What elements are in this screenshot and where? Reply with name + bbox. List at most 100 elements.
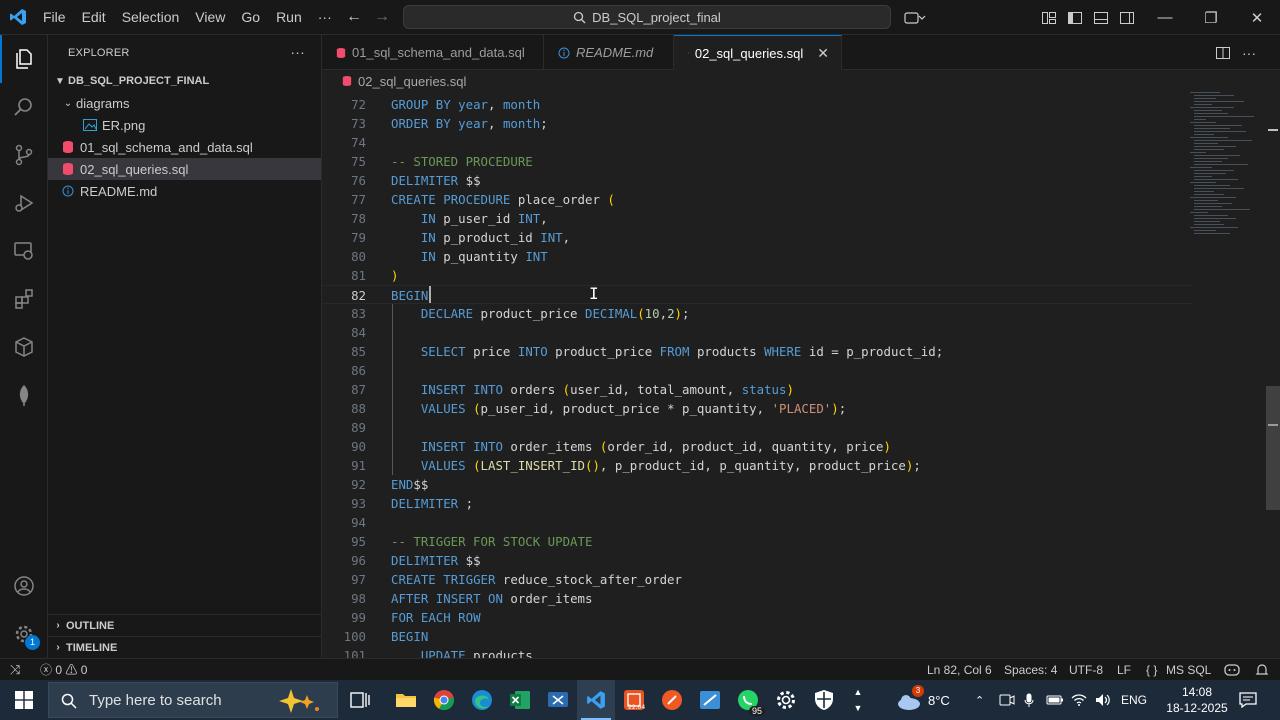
code-line[interactable]: 79 IN p_product_id INT, bbox=[322, 228, 1192, 247]
workspace-root-folder[interactable]: ▼ DB_SQL_PROJECT_FINAL bbox=[48, 70, 321, 92]
input-language[interactable]: ENG bbox=[1121, 680, 1147, 720]
excel-app-icon[interactable] bbox=[501, 680, 539, 720]
tray-mic-icon[interactable] bbox=[1024, 680, 1034, 720]
minimap[interactable] bbox=[1190, 92, 1266, 242]
code-line[interactable]: 77 CREATE PROCEDURE place_order ( bbox=[322, 190, 1192, 209]
forward-arrow-icon[interactable]: → bbox=[374, 8, 390, 26]
breadcrumb[interactable]: 02_sql_queries.sql bbox=[322, 70, 1280, 92]
code-line[interactable]: 101 UPDATE products bbox=[322, 646, 1192, 658]
remote-explorer-icon[interactable] bbox=[0, 227, 48, 275]
command-center-search[interactable]: DB_SQL_project_final bbox=[403, 5, 891, 29]
outline-section-header[interactable]: › OUTLINE bbox=[48, 614, 322, 636]
code-line[interactable]: 100 BEGIN bbox=[322, 627, 1192, 646]
code-editor[interactable]: 72 GROUP BY year, month 73 ORDER BY year, m… bbox=[322, 92, 1280, 658]
run-debug-icon[interactable] bbox=[0, 179, 48, 227]
draw-app-icon[interactable] bbox=[653, 680, 691, 720]
code-line[interactable]: 81) bbox=[322, 266, 1192, 285]
code-line[interactable]: 78 IN p_user_id INT, bbox=[322, 209, 1192, 228]
split-editor-icon[interactable] bbox=[1210, 35, 1236, 70]
vscode-app-icon[interactable] bbox=[577, 680, 615, 720]
database-explorer-icon[interactable] bbox=[0, 323, 48, 371]
code-line[interactable]: 75 -- STORED PROCEDURE bbox=[322, 152, 1192, 171]
code-line[interactable]: 73 ORDER BY year, month; bbox=[322, 114, 1192, 133]
back-arrow-icon[interactable]: ← bbox=[346, 8, 362, 26]
code-line[interactable]: 86 bbox=[322, 361, 1192, 380]
windows-start-icon[interactable] bbox=[0, 680, 48, 720]
menu-run[interactable]: Run bbox=[268, 0, 310, 35]
tray-battery-icon[interactable] bbox=[1046, 680, 1064, 720]
editor-more-button[interactable]: ··· bbox=[1236, 35, 1262, 70]
menu-selection[interactable]: Selection bbox=[114, 0, 188, 35]
show-hidden-icons-chevron-icon[interactable]: ⌃ bbox=[975, 680, 984, 720]
minimize-button[interactable]: — bbox=[1142, 0, 1188, 35]
toggle-panel-icon[interactable] bbox=[1088, 0, 1114, 35]
menu-view[interactable]: View bbox=[187, 0, 233, 35]
chrome-app-icon[interactable] bbox=[425, 680, 463, 720]
tab-schema-sql[interactable]: 01_sql_schema_and_data.sql bbox=[322, 35, 544, 70]
file-explorer-app-icon[interactable] bbox=[387, 680, 425, 720]
explorer-icon[interactable] bbox=[0, 35, 48, 83]
tree-item-schema-sql[interactable]: 01_sql_schema_and_data.sql bbox=[48, 136, 321, 158]
search-icon[interactable] bbox=[0, 83, 48, 131]
tab-readme[interactable]: README.md bbox=[544, 35, 674, 70]
clock[interactable]: 14:08 18-12-2025 bbox=[1160, 680, 1234, 720]
toggle-secondary-sidebar-icon[interactable] bbox=[1114, 0, 1140, 35]
code-line[interactable]: 80 IN p_quantity INT bbox=[322, 247, 1192, 266]
weather-widget[interactable]: 3 8°C bbox=[896, 680, 950, 720]
editor-scrollbar-thumb[interactable] bbox=[1266, 386, 1280, 510]
tray-volume-icon[interactable] bbox=[1095, 680, 1111, 720]
snipping-tool-app-icon[interactable] bbox=[539, 680, 577, 720]
tree-item-readme[interactable]: README.md bbox=[48, 180, 321, 202]
menu-more-button[interactable]: ··· bbox=[310, 0, 340, 35]
remote-desktop-app-icon[interactable] bbox=[691, 680, 729, 720]
explorer-more-button[interactable]: ··· bbox=[290, 35, 305, 70]
copilot-icon[interactable] bbox=[902, 0, 928, 35]
code-line[interactable]: 96 DELIMITER $$ bbox=[322, 551, 1192, 570]
mongodb-leaf-icon[interactable] bbox=[0, 371, 48, 419]
indentation-setting[interactable]: Spaces: 4 bbox=[1004, 659, 1057, 681]
close-window-button[interactable]: ✕ bbox=[1234, 0, 1280, 35]
code-line[interactable]: 89 bbox=[322, 418, 1192, 437]
encoding-setting[interactable]: UTF-8 bbox=[1069, 659, 1103, 681]
code-line[interactable]: 93 DELIMITER ; bbox=[322, 494, 1192, 513]
code-line[interactable]: 92 END$$ bbox=[322, 475, 1192, 494]
menu-file[interactable]: File bbox=[35, 0, 74, 35]
taskbar-search-input[interactable]: Type here to search bbox=[48, 682, 338, 718]
code-line[interactable]: 76 DELIMITER $$ bbox=[322, 171, 1192, 190]
code-line[interactable]: 88 VALUES (p_user_id, product_price * p_… bbox=[322, 399, 1192, 418]
tree-item-er-png[interactable]: ER.png bbox=[48, 114, 321, 136]
notification-center-icon[interactable] bbox=[1239, 680, 1257, 720]
tree-item-diagrams[interactable]: ⌄ diagrams bbox=[48, 92, 321, 114]
settings-gear-icon[interactable] bbox=[767, 680, 805, 720]
restore-button[interactable]: ❐ bbox=[1188, 0, 1234, 35]
code-line[interactable]: 84 bbox=[322, 323, 1192, 342]
tree-item-queries-sql[interactable]: 02_sql_queries.sql bbox=[48, 158, 321, 180]
code-line[interactable]: 82 BEGIN bbox=[322, 285, 1192, 304]
copilot-status-icon[interactable] bbox=[1224, 659, 1240, 681]
task-view-icon[interactable] bbox=[341, 680, 379, 720]
timeline-section-header[interactable]: › TIMELINE bbox=[48, 636, 322, 658]
language-mode[interactable]: MS SQL bbox=[1166, 659, 1211, 681]
code-line[interactable]: 94 bbox=[322, 513, 1192, 532]
tray-meet-icon[interactable] bbox=[999, 680, 1015, 720]
accounts-icon[interactable] bbox=[0, 562, 48, 610]
tray-wifi-icon[interactable] bbox=[1071, 680, 1087, 720]
whatsapp-app-icon[interactable]: 95 bbox=[729, 680, 767, 720]
code-line[interactable]: 83 DECLARE product_price DECIMAL(10,2); bbox=[322, 304, 1192, 323]
eol-setting[interactable]: LF bbox=[1117, 659, 1131, 681]
code-line[interactable]: 85 SELECT price INTO product_price FROM … bbox=[322, 342, 1192, 361]
tab-queries-sql[interactable]: 02_sql_queries.sql ✕ bbox=[674, 35, 842, 70]
code-line[interactable]: 91 VALUES (LAST_INSERT_ID(), p_product_i… bbox=[322, 456, 1192, 475]
code-line[interactable]: 99 FOR EACH ROW bbox=[322, 608, 1192, 627]
code-line[interactable]: 90 INSERT INTO order_items (order_id, pr… bbox=[322, 437, 1192, 456]
code-line[interactable]: 87 INSERT INTO orders (user_id, total_am… bbox=[322, 380, 1192, 399]
extensions-icon[interactable] bbox=[0, 275, 48, 323]
remote-indicator-icon[interactable]: ⤨ bbox=[10, 659, 20, 681]
menu-go[interactable]: Go bbox=[233, 0, 268, 35]
cursor-position[interactable]: Ln 82, Col 6 bbox=[927, 659, 992, 681]
menu-edit[interactable]: Edit bbox=[74, 0, 114, 35]
code-line[interactable]: 95 -- TRIGGER FOR STOCK UPDATE bbox=[322, 532, 1192, 551]
security-shield-icon[interactable] bbox=[805, 680, 843, 720]
code-line[interactable]: 74 bbox=[322, 133, 1192, 152]
toggle-primary-sidebar-icon[interactable] bbox=[1062, 0, 1088, 35]
